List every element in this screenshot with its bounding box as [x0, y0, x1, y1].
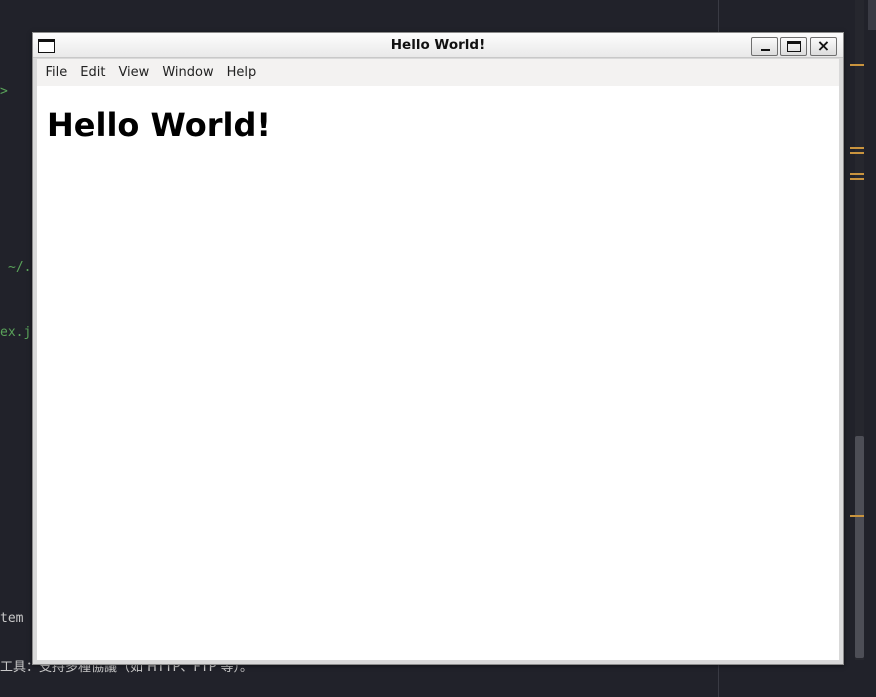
panel-edge: [868, 0, 876, 30]
gutter-marker: [850, 173, 864, 175]
gutter-marker: [850, 178, 864, 180]
minimize-icon: [761, 49, 770, 51]
menu-view[interactable]: View: [112, 59, 156, 86]
maximize-icon: [787, 41, 801, 52]
gutter-marker: [850, 147, 864, 149]
window-titlebar[interactable]: Hello World! ×: [33, 33, 843, 58]
menu-edit[interactable]: Edit: [74, 59, 112, 86]
window-title: Hello World!: [390, 37, 486, 53]
code-fragment: ex.j: [0, 325, 32, 340]
menu-window[interactable]: Window: [156, 59, 220, 86]
maximize-button[interactable]: [780, 37, 807, 56]
gutter-marker: [850, 152, 864, 154]
close-icon: ×: [816, 36, 831, 55]
code-fragment: ~/.: [8, 260, 32, 275]
app-window: Hello World! × File Edit View Window Hel…: [32, 32, 844, 665]
content-area: Hello World!: [37, 86, 839, 660]
gutter-marker: [850, 515, 864, 517]
code-fragment: tem: [0, 611, 24, 626]
menu-file[interactable]: File: [39, 59, 74, 86]
code-fragment: >: [0, 84, 8, 99]
minimize-button[interactable]: [751, 37, 778, 56]
window-client-area: File Edit View Window Help Hello World!: [37, 59, 839, 660]
scrollbar-thumb[interactable]: [855, 436, 864, 658]
menu-help[interactable]: Help: [220, 59, 263, 86]
gutter-marker: [850, 64, 864, 66]
menubar: File Edit View Window Help: [37, 59, 839, 86]
close-button[interactable]: ×: [810, 36, 837, 56]
page-heading: Hello World!: [47, 106, 271, 144]
